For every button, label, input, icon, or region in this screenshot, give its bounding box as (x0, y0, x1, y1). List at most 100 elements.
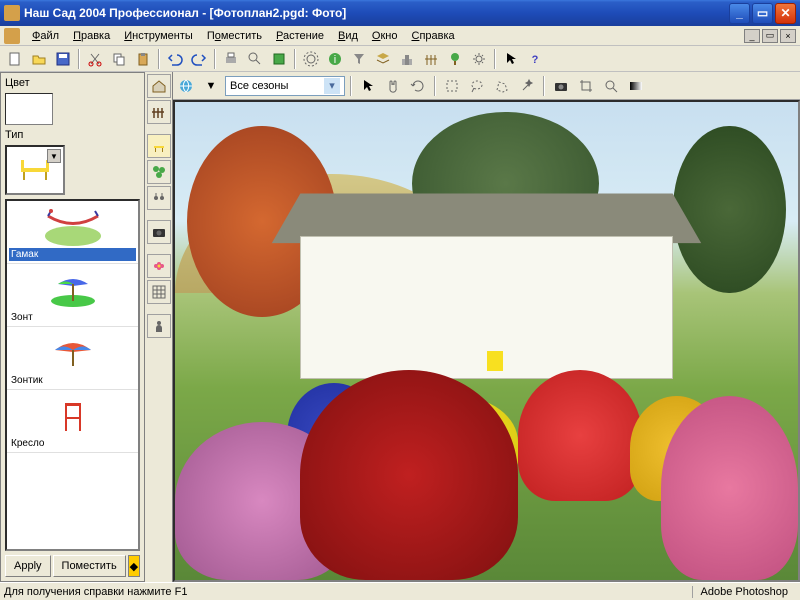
menu-place[interactable]: Поместить (201, 28, 268, 44)
help-button[interactable]: ? (524, 48, 546, 70)
hammock-icon (9, 203, 136, 248)
app-icon (4, 5, 20, 21)
paste-button[interactable] (132, 48, 154, 70)
green-tree (673, 126, 785, 293)
object-panel: Цвет Тип ▼ Гамак Зонт Зонтик Кресло (0, 72, 145, 582)
rotate-tool[interactable] (407, 75, 429, 97)
house-category[interactable] (147, 74, 171, 98)
separator (350, 76, 352, 96)
window-title: Наш Сад 2004 Профессионал - [Фотоплан2.p… (24, 6, 729, 20)
settings-button[interactable] (468, 48, 490, 70)
copy-button[interactable] (108, 48, 130, 70)
hand-tool[interactable] (382, 75, 404, 97)
apply-button[interactable]: Apply (5, 555, 51, 577)
zoom-tool[interactable] (600, 75, 622, 97)
encyclopedia-button[interactable] (268, 48, 290, 70)
menu-edit[interactable]: Правка (67, 28, 116, 44)
fence-button[interactable] (420, 48, 442, 70)
camera-tool[interactable] (550, 75, 572, 97)
menu-file[interactable]: Файл (26, 28, 65, 44)
search-button[interactable] (244, 48, 266, 70)
view-3d-button[interactable] (175, 75, 197, 97)
statusbar: Для получения справки нажмите F1 Adobe P… (0, 582, 800, 600)
separator (214, 49, 216, 69)
photo-viewport[interactable] (173, 100, 800, 582)
polygon-tool[interactable] (491, 75, 513, 97)
menubar: Файл Правка Инструменты Поместить Растен… (0, 26, 800, 46)
warning-button[interactable]: ◆ (128, 555, 140, 577)
plant-button[interactable] (444, 48, 466, 70)
dropdown-arrow-icon[interactable]: ▼ (47, 149, 61, 163)
separator (294, 49, 296, 69)
list-item[interactable]: Кресло (7, 390, 138, 453)
wand-tool[interactable] (516, 75, 538, 97)
menu-window[interactable]: Окно (366, 28, 404, 44)
minimize-button[interactable]: _ (729, 3, 750, 24)
spacer (147, 246, 171, 252)
save-button[interactable] (52, 48, 74, 70)
list-item[interactable]: Зонтик (7, 327, 138, 390)
panel-buttons: Apply Поместить ◆ (3, 553, 142, 579)
cursor-button[interactable] (500, 48, 522, 70)
lasso-tool[interactable] (466, 75, 488, 97)
status-app: Adobe Photoshop (692, 586, 796, 598)
menu-tools[interactable]: Инструменты (118, 28, 199, 44)
spacer (147, 126, 171, 132)
category-toolbar (145, 72, 173, 582)
close-button[interactable]: ✕ (775, 3, 796, 24)
layers-button[interactable] (372, 48, 394, 70)
menu-help[interactable]: Справка (405, 28, 460, 44)
cut-button[interactable] (84, 48, 106, 70)
print-button[interactable] (220, 48, 242, 70)
pointer-tool[interactable] (357, 75, 379, 97)
texture-category[interactable] (147, 280, 171, 304)
decorations-category[interactable] (147, 186, 171, 210)
red-flowers (518, 370, 643, 501)
building-button[interactable] (396, 48, 418, 70)
menu-view[interactable]: Вид (332, 28, 364, 44)
plants-category[interactable] (147, 160, 171, 184)
filter-button[interactable] (348, 48, 370, 70)
people-category[interactable] (147, 314, 171, 338)
separator (434, 76, 436, 96)
mdi-close[interactable]: × (780, 29, 796, 43)
list-item[interactable]: Зонт (7, 264, 138, 327)
new-button[interactable] (4, 48, 26, 70)
furniture-category[interactable] (147, 134, 171, 158)
window-controls: _ ▭ ✕ (729, 3, 796, 24)
spacer (147, 212, 171, 218)
red-bush (300, 370, 518, 580)
camera-category[interactable] (147, 220, 171, 244)
separator (543, 76, 545, 96)
menu-plant[interactable]: Растение (270, 28, 330, 44)
info-button[interactable]: i (324, 48, 346, 70)
status-hint: Для получения справки нажмите F1 (4, 586, 187, 598)
fence-category[interactable] (147, 100, 171, 124)
flower-category[interactable] (147, 254, 171, 278)
pink-bush (661, 396, 798, 580)
open-button[interactable] (28, 48, 50, 70)
gradient-tool[interactable] (625, 75, 647, 97)
redo-button[interactable] (188, 48, 210, 70)
maximize-button[interactable]: ▭ (752, 3, 773, 24)
marquee-tool[interactable] (441, 75, 463, 97)
undo-button[interactable] (164, 48, 186, 70)
viewport-toolbar: ▼ Все сезоны ▾ (173, 72, 800, 100)
type-selector[interactable]: ▼ (5, 145, 65, 195)
view-dropdown[interactable]: ▼ (200, 75, 222, 97)
color-preview[interactable] (5, 93, 53, 125)
crop-tool[interactable] (575, 75, 597, 97)
document-icon (4, 28, 20, 44)
item-label: Зонт (9, 311, 136, 324)
season-selector[interactable]: Все сезоны ▾ (225, 76, 345, 96)
place-button[interactable]: Поместить (53, 555, 126, 577)
item-label: Кресло (9, 437, 136, 450)
color-label: Цвет (3, 75, 142, 91)
mdi-restore[interactable]: ▭ (762, 29, 778, 43)
titlebar: Наш Сад 2004 Профессионал - [Фотоплан2.p… (0, 0, 800, 26)
object-list[interactable]: Гамак Зонт Зонтик Кресло (5, 199, 140, 551)
mdi-minimize[interactable]: _ (744, 29, 760, 43)
properties-button[interactable] (300, 48, 322, 70)
spacer (147, 306, 171, 312)
list-item[interactable]: Гамак (7, 201, 138, 264)
